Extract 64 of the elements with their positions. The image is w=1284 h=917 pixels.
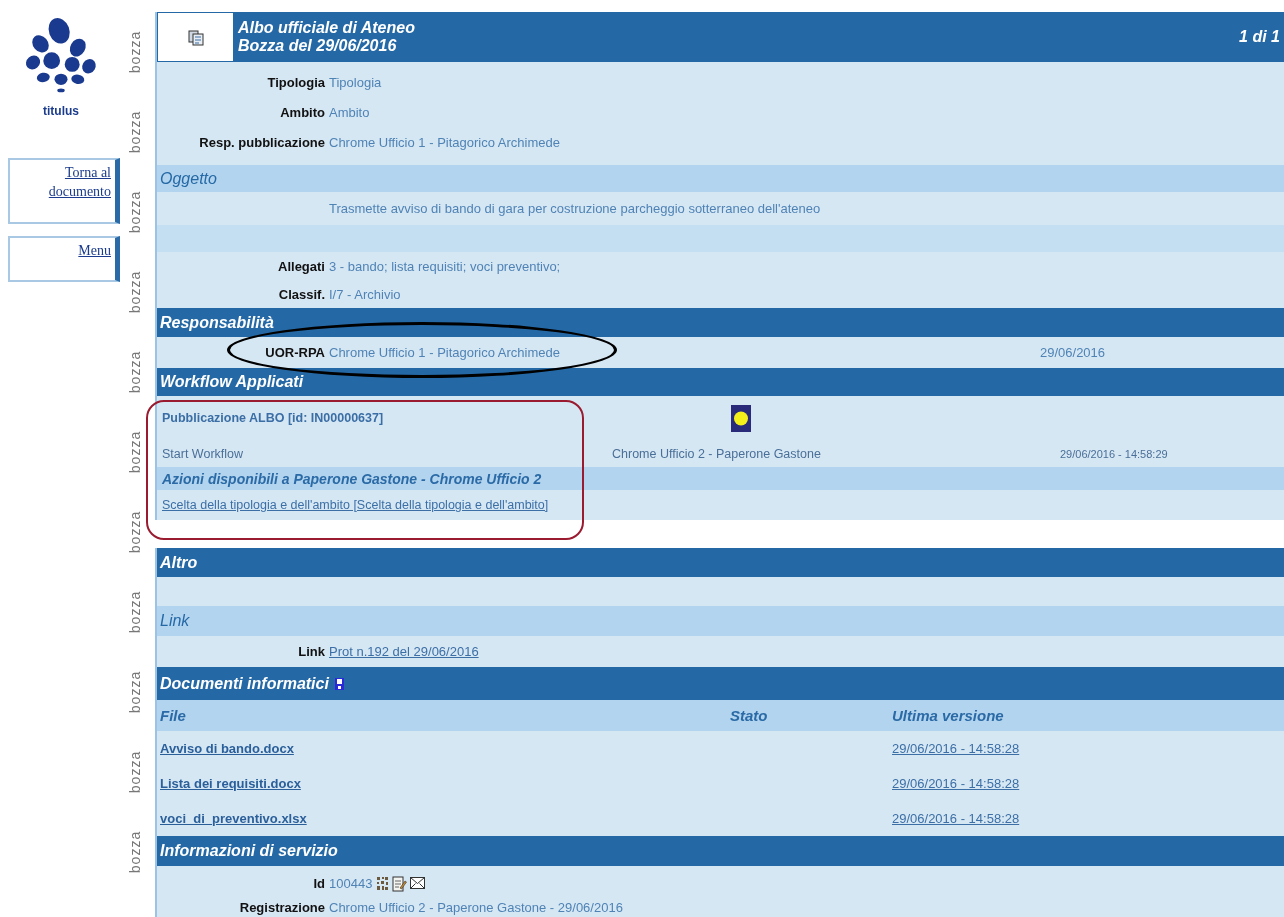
file-link[interactable]: voci_di_preventivo.xlsx bbox=[160, 811, 307, 826]
field-label: Registrazione bbox=[238, 900, 326, 915]
actions-heading: Azioni disponibili a Paperone Gastone - Chrome Ufficio 2 bbox=[162, 470, 542, 487]
draft-mark: bozza bbox=[127, 350, 143, 394]
field-value: Chrome Ufficio 1 - Pitagorico Archimede bbox=[329, 134, 561, 150]
document-title: Albo ufficiale di Ateneo bbox=[238, 18, 415, 37]
field-label: Allegati bbox=[277, 258, 326, 274]
draft-mark: bozza bbox=[127, 510, 143, 554]
draft-mark: bozza bbox=[127, 110, 143, 154]
page-counter: 1 di 1 bbox=[1239, 28, 1281, 46]
draft-mark: bozza bbox=[127, 670, 143, 714]
section-heading: Informazioni di servizio bbox=[160, 842, 338, 860]
workflow-step: Start Workflow bbox=[162, 446, 612, 461]
workflow-action-link[interactable]: Scelta della tipologia e dell'ambito [Scelta della tipologia e dell'ambito] bbox=[162, 498, 549, 512]
subject-text: Trasmette avviso di bando di gara per costruzione parcheggio sotterraneo dell'ateneo bbox=[329, 201, 822, 216]
section-heading: Oggetto bbox=[160, 169, 217, 188]
draft-mark: bozza bbox=[127, 590, 143, 634]
draft-mark: bozza bbox=[127, 190, 143, 234]
version-link[interactable]: 29/06/2016 - 14:58:28 bbox=[892, 811, 1020, 826]
logo-text: titulus bbox=[43, 104, 79, 118]
status-light-icon bbox=[731, 404, 751, 432]
field-value: 100443 bbox=[329, 875, 373, 891]
workflow-name: Pubblicazione ALBO [id: IN00000637] bbox=[162, 411, 385, 425]
nav-link[interactable]: Menu bbox=[8, 236, 120, 282]
field-label: Id bbox=[312, 875, 326, 891]
edit-document-icon[interactable] bbox=[392, 874, 408, 892]
draft-mark: bozza bbox=[127, 830, 143, 874]
field-value: Tipologia bbox=[329, 74, 383, 90]
workflow-timestamp: 29/06/2016 - 14:58:29 bbox=[1060, 447, 1169, 460]
grid-icon[interactable] bbox=[376, 875, 390, 891]
envelope-icon[interactable] bbox=[410, 877, 426, 889]
field-label: Resp. pubblicazione bbox=[198, 134, 326, 150]
section-heading: Documenti informatici bbox=[160, 674, 329, 693]
column-header: Stato bbox=[730, 707, 769, 724]
field-value: Chrome Ufficio 2 - Paperone Gastone - 29/06/2016 bbox=[329, 900, 624, 915]
column-header: File bbox=[160, 707, 187, 724]
draft-mark: bozza bbox=[127, 270, 143, 314]
draft-mark: bozza bbox=[127, 750, 143, 794]
nav-link[interactable]: Torna al documento bbox=[8, 158, 120, 224]
version-link[interactable]: 29/06/2016 - 14:58:28 bbox=[892, 776, 1020, 791]
field-label: UOR-RPA bbox=[264, 345, 326, 360]
document-subtitle: Bozza del 29/06/2016 bbox=[238, 37, 397, 56]
protocol-link[interactable]: Prot n.192 del 29/06/2016 bbox=[329, 644, 479, 659]
draft-mark: bozza bbox=[127, 30, 143, 74]
section-heading: Workflow Applicati bbox=[160, 373, 304, 391]
workflow-assignee: Chrome Ufficio 2 - Paperone Gastone bbox=[612, 446, 822, 461]
field-label: Ambito bbox=[279, 104, 326, 120]
field-value: Ambito bbox=[329, 104, 371, 120]
document-copy-icon[interactable] bbox=[187, 28, 204, 46]
draft-mark: bozza bbox=[127, 430, 143, 474]
field-value: Chrome Ufficio 1 - Pitagorico Archimede bbox=[329, 345, 561, 360]
version-link[interactable]: 29/06/2016 - 14:58:28 bbox=[892, 741, 1020, 756]
section-heading: Link bbox=[160, 612, 190, 630]
field-value: I/7 - Archivio bbox=[329, 286, 402, 302]
section-heading: Responsabilità bbox=[160, 313, 274, 332]
field-value: 3 - bando; lista requisiti; voci preventivo; bbox=[329, 258, 562, 274]
section-heading: Altro bbox=[160, 553, 198, 572]
column-header: Ultima versione bbox=[892, 707, 1005, 724]
field-label: Classif. bbox=[277, 286, 326, 302]
field-label: Tipologia bbox=[266, 74, 326, 90]
file-link[interactable]: Avviso di bando.docx bbox=[160, 741, 294, 756]
field-label: Link bbox=[297, 644, 326, 659]
date-text: 29/06/2016 bbox=[1040, 345, 1107, 360]
file-link[interactable]: Lista dei requisiti.docx bbox=[160, 776, 301, 791]
